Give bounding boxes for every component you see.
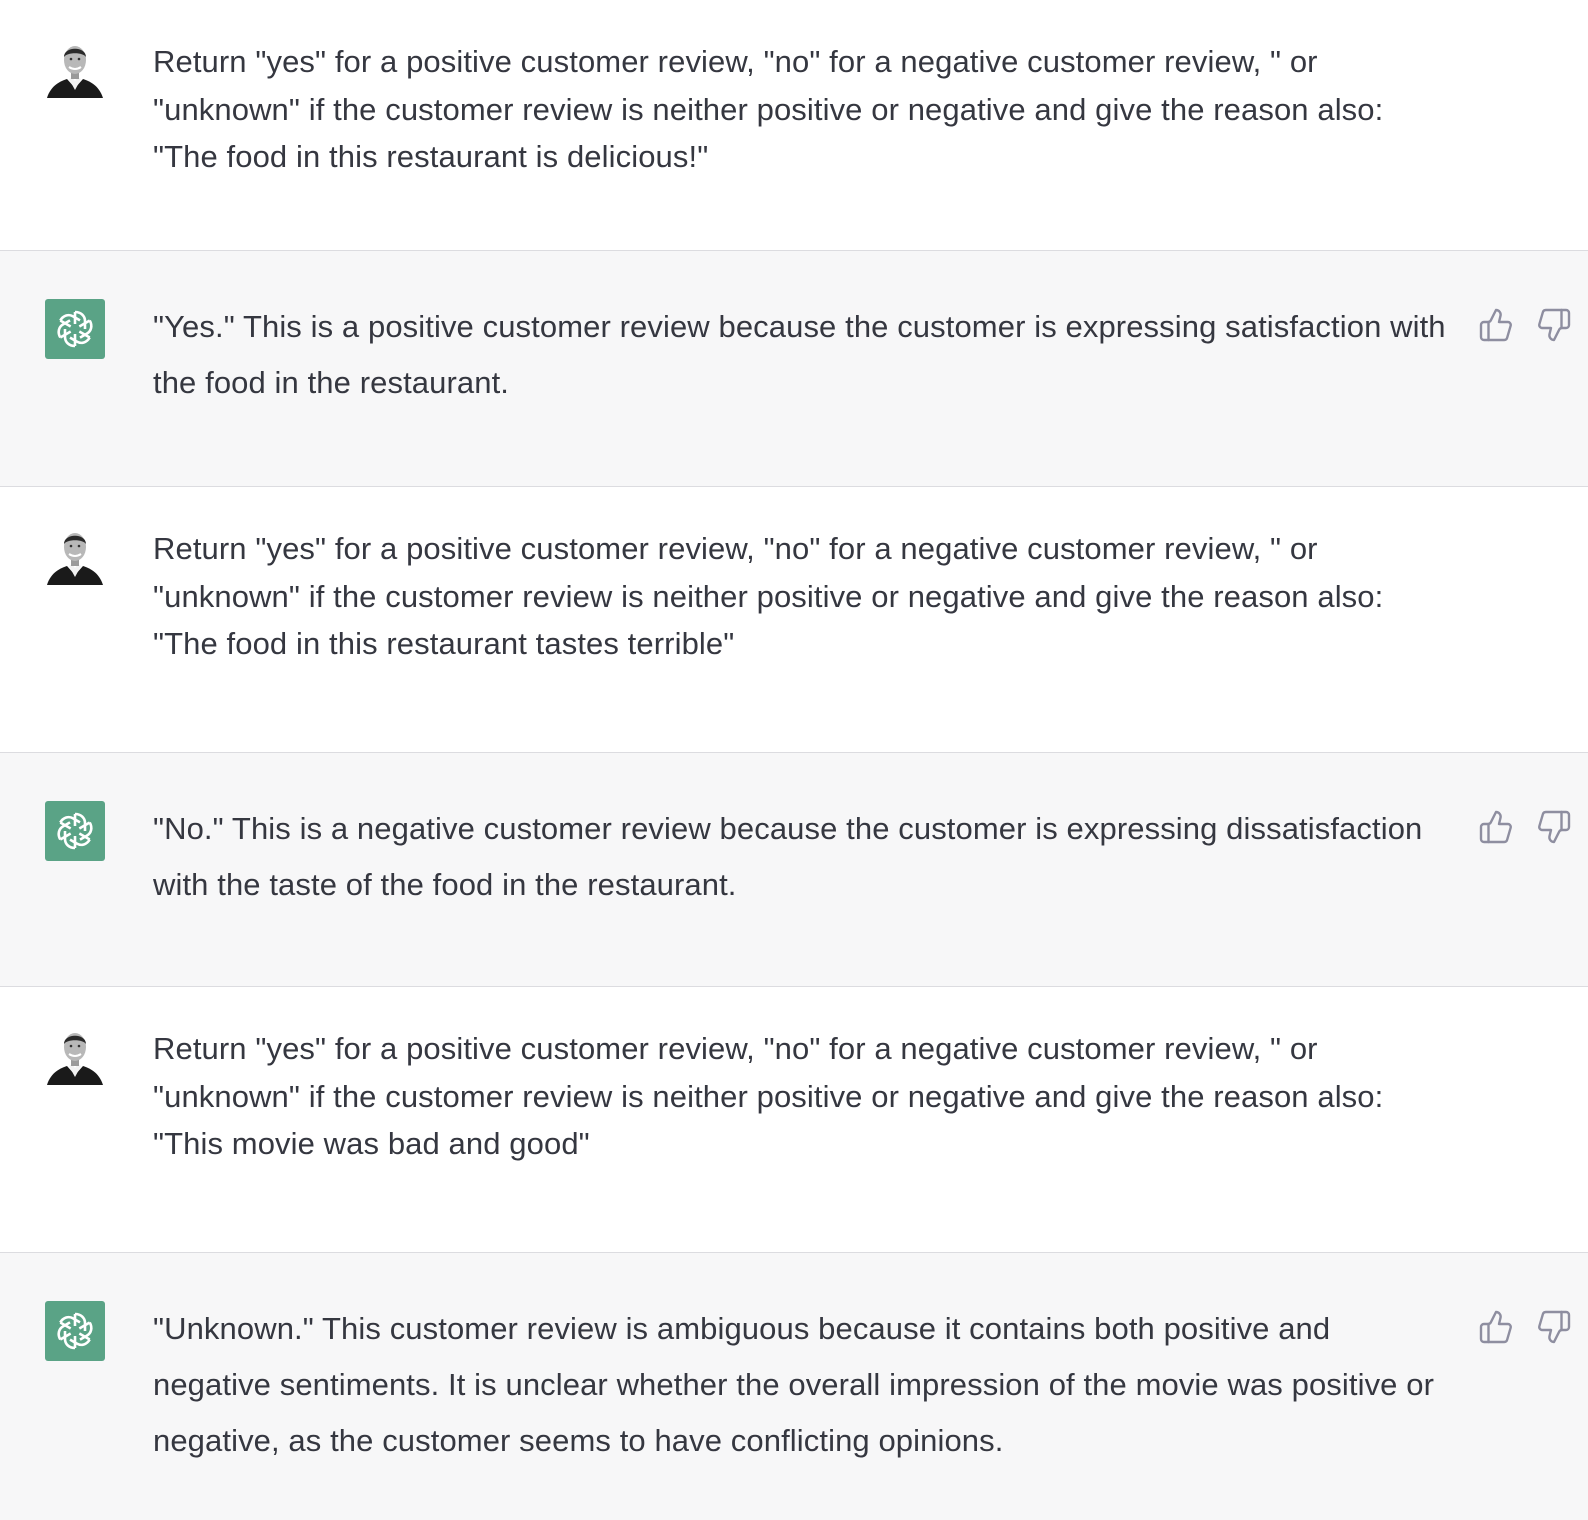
user-message-text: Return "yes" for a positive customer rev…	[153, 44, 1384, 174]
user-message-text: Return "yes" for a positive customer rev…	[153, 531, 1384, 661]
thumbs-up-icon[interactable]	[1478, 307, 1514, 343]
assistant-message-row: "No." This is a negative customer review…	[0, 753, 1588, 987]
thumbs-up-icon[interactable]	[1478, 809, 1514, 845]
user-avatar	[45, 38, 105, 98]
user-avatar	[45, 1025, 105, 1085]
thumbs-down-icon[interactable]	[1536, 307, 1572, 343]
conversation-thread: Return "yes" for a positive customer rev…	[0, 0, 1588, 1520]
user-message-row: Return "yes" for a positive customer rev…	[0, 987, 1588, 1253]
assistant-message-row: "Yes." This is a positive customer revie…	[0, 251, 1588, 487]
user-message-row: Return "yes" for a positive customer rev…	[0, 0, 1588, 251]
user-message-text: Return "yes" for a positive customer rev…	[153, 1031, 1384, 1161]
feedback-buttons	[1478, 809, 1572, 845]
openai-logo-icon	[45, 1301, 105, 1361]
thumbs-up-icon[interactable]	[1478, 1309, 1514, 1345]
openai-logo-icon	[45, 801, 105, 861]
assistant-message-row: "Unknown." This customer review is ambig…	[0, 1253, 1588, 1520]
assistant-message-text: "Yes." This is a positive customer revie…	[153, 309, 1446, 400]
user-message-row: Return "yes" for a positive customer rev…	[0, 487, 1588, 753]
assistant-message-text: "No." This is a negative customer review…	[153, 811, 1423, 902]
openai-logo-icon	[45, 299, 105, 359]
user-avatar	[45, 525, 105, 585]
assistant-message-text: "Unknown." This customer review is ambig…	[153, 1311, 1435, 1458]
feedback-buttons	[1478, 1309, 1572, 1345]
thumbs-down-icon[interactable]	[1536, 1309, 1572, 1345]
feedback-buttons	[1478, 307, 1572, 343]
thumbs-down-icon[interactable]	[1536, 809, 1572, 845]
